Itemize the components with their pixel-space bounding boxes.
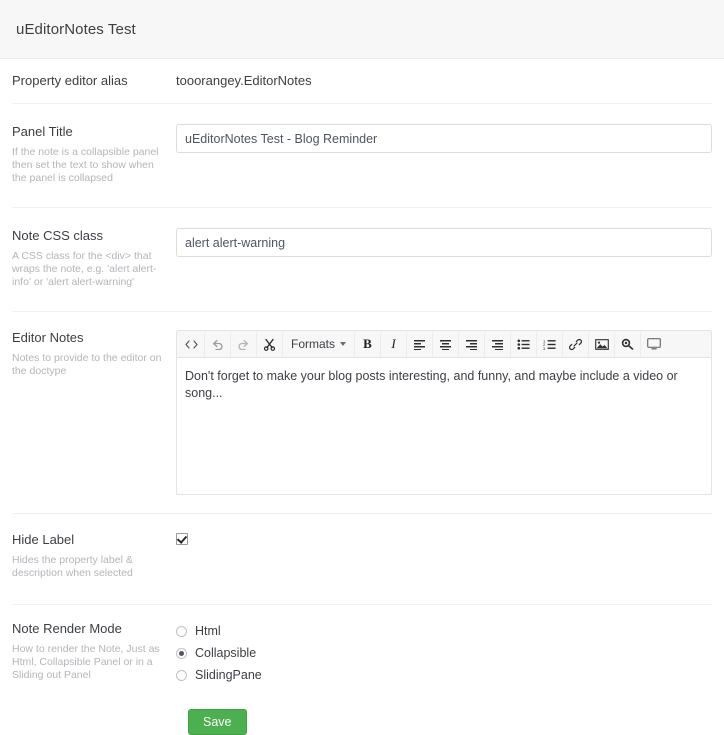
editor-notes-description: Notes to provide to the editor on the do… xyxy=(12,352,162,377)
align-center-icon[interactable] xyxy=(433,331,460,357)
align-right-icon[interactable] xyxy=(459,331,486,357)
redo-icon[interactable] xyxy=(231,331,257,357)
radio-slidingpane-icon[interactable] xyxy=(176,669,187,681)
hide-label-label-col: Hide Label Hides the property label & de… xyxy=(12,532,176,580)
hide-label-description: Hides the property label & description w… xyxy=(12,554,133,579)
formats-label: Formats xyxy=(291,337,336,351)
save-button[interactable]: Save xyxy=(188,709,247,735)
editor-notes-value-col: Formats B I 1 2 3 Don't forget to make y… xyxy=(176,330,712,495)
source-code-icon[interactable] xyxy=(179,331,205,357)
alias-label-col: Property editor alias xyxy=(12,73,176,89)
app-header: uEditorNotes Test xyxy=(0,0,724,59)
row-note-css-class: Note CSS class A CSS class for the <div>… xyxy=(12,208,712,312)
align-justify-icon[interactable] xyxy=(485,331,512,357)
panel-title-value-col xyxy=(176,124,712,153)
row-hide-label: Hide Label Hides the property label & de… xyxy=(12,514,712,605)
render-mode-label: Note Render Mode xyxy=(12,621,122,636)
svg-text:3: 3 xyxy=(543,346,546,350)
panel-title-label: Panel Title xyxy=(12,124,73,139)
bullet-list-icon[interactable] xyxy=(511,331,538,357)
radio-collapsible-label: Collapsible xyxy=(195,646,257,660)
editor-notes-label: Editor Notes xyxy=(12,330,84,345)
hide-label-label: Hide Label xyxy=(12,532,75,547)
rich-text-editor: Formats B I 1 2 3 Don't forget to make y… xyxy=(176,330,712,495)
render-mode-description: How to render the Note, Just as Html, Co… xyxy=(12,643,160,681)
radio-option-html[interactable]: Html xyxy=(176,621,712,641)
note-css-label: Note CSS class xyxy=(12,228,104,243)
panel-title-label-col: Panel Title If the note is a collapsible… xyxy=(12,124,176,185)
alias-value: tooorangey.EditorNotes xyxy=(176,73,312,88)
align-left-icon[interactable] xyxy=(407,331,434,357)
row-panel-title: Panel Title If the note is a collapsible… xyxy=(12,104,712,208)
italic-button[interactable]: I xyxy=(381,331,408,357)
alias-value-col: tooorangey.EditorNotes xyxy=(176,73,712,89)
row-editor-notes: Editor Notes Notes to provide to the edi… xyxy=(12,312,712,514)
property-editor-form: Property editor alias tooorangey.EditorN… xyxy=(0,59,724,735)
numbered-list-icon[interactable]: 123 xyxy=(537,331,564,357)
render-mode-label-col: Note Render Mode How to render the Note,… xyxy=(12,621,176,682)
panel-title-input[interactable] xyxy=(176,124,712,153)
editor-notes-label-col: Editor Notes Notes to provide to the edi… xyxy=(12,330,176,378)
rte-content-area[interactable]: Don't forget to make your blog posts int… xyxy=(177,358,711,494)
chevron-down-icon xyxy=(340,342,347,346)
alias-label: Property editor alias xyxy=(12,73,128,88)
embed-icon[interactable] xyxy=(641,332,667,357)
link-icon[interactable] xyxy=(563,331,590,357)
rte-toolbar: Formats B I 1 2 3 xyxy=(177,331,711,358)
macro-icon[interactable] xyxy=(615,331,642,357)
page-title: uEditorNotes Test xyxy=(16,20,136,38)
radio-option-collapsible[interactable]: Collapsible xyxy=(176,643,712,663)
radio-collapsible-icon[interactable] xyxy=(176,647,187,659)
footer-actions: Save xyxy=(12,693,712,735)
radio-option-slidingpane[interactable]: SlidingPane xyxy=(176,665,712,685)
render-mode-value-col: Html Collapsible SlidingPane xyxy=(176,621,712,687)
bold-button[interactable]: B xyxy=(355,331,382,357)
formats-dropdown[interactable]: Formats xyxy=(283,331,356,357)
undo-icon[interactable] xyxy=(205,331,231,357)
row-property-editor-alias: Property editor alias tooorangey.EditorN… xyxy=(12,59,712,104)
note-css-class-input[interactable] xyxy=(176,228,712,257)
hide-label-checkbox[interactable] xyxy=(176,533,188,545)
note-css-value-col xyxy=(176,228,712,257)
image-icon[interactable] xyxy=(589,331,616,357)
radio-html-icon[interactable] xyxy=(176,625,187,637)
scissors-icon[interactable] xyxy=(257,331,283,357)
note-css-label-col: Note CSS class A CSS class for the <div>… xyxy=(12,228,176,289)
radio-slidingpane-label: SlidingPane xyxy=(195,668,262,682)
hide-label-value-col xyxy=(176,532,712,548)
radio-html-label: Html xyxy=(195,624,221,638)
note-css-description: A CSS class for the <div> that wraps the… xyxy=(12,250,157,288)
row-note-render-mode: Note Render Mode How to render the Note,… xyxy=(12,605,712,693)
panel-title-description: If the note is a collapsible panel then … xyxy=(12,146,159,184)
